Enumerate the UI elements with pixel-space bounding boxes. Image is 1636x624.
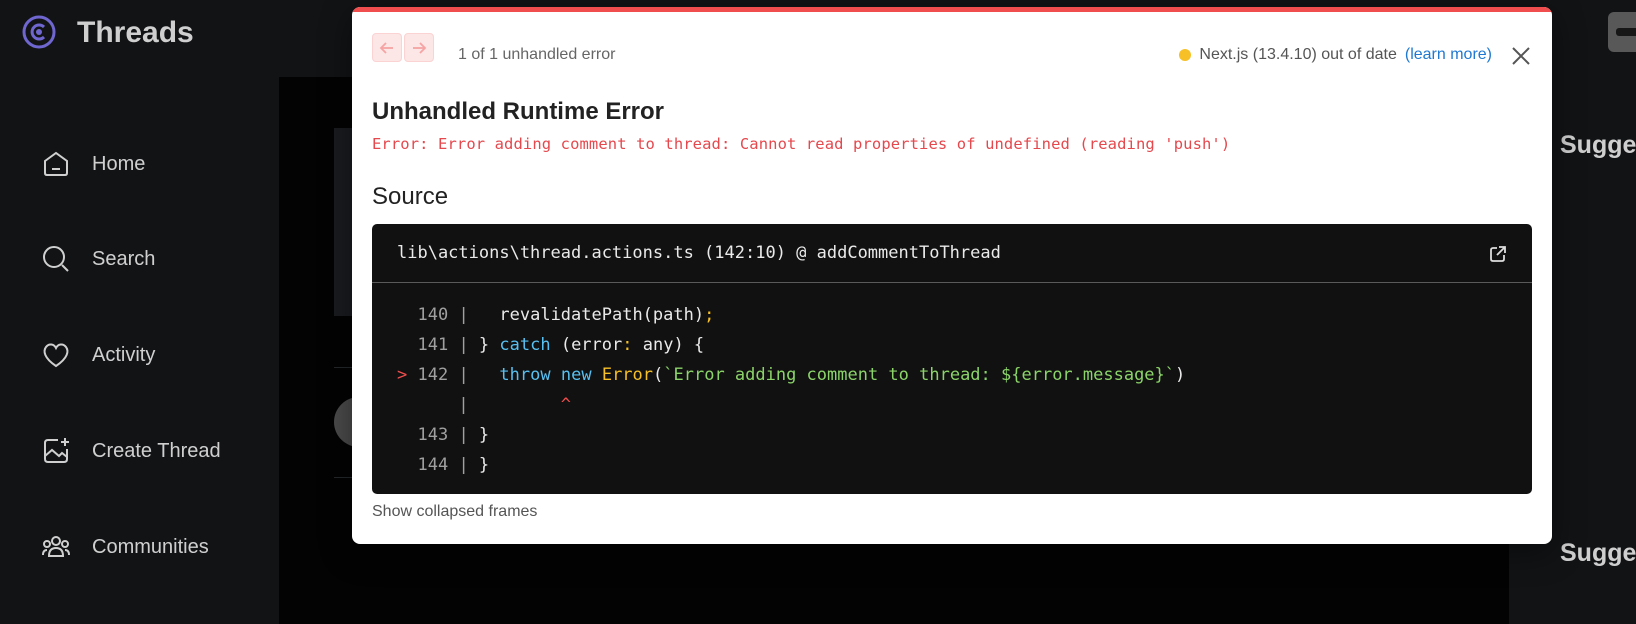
code-line: 140 | revalidatePath(path); xyxy=(417,305,715,325)
source-heading: Source xyxy=(372,183,449,210)
show-collapsed-frames-button[interactable]: Show collapsed frames xyxy=(372,503,537,521)
version-status: Next.js (13.4.10) out of date (learn mor… xyxy=(1179,46,1492,64)
error-accent-bar xyxy=(352,7,1552,12)
code-lines: 140 | revalidatePath(path); 141 | } catc… xyxy=(397,300,1185,480)
code-line: 143 | } xyxy=(417,425,490,445)
close-icon[interactable] xyxy=(1510,45,1532,67)
code-frame-header: lib\actions\thread.actions.ts (142:10) @… xyxy=(372,224,1532,283)
next-error-button[interactable] xyxy=(404,33,434,62)
external-link-icon[interactable] xyxy=(1488,244,1508,264)
warning-dot-icon xyxy=(1179,49,1192,61)
arrow-left-icon xyxy=(379,41,393,54)
error-pagination xyxy=(372,33,434,62)
code-line-caret: | ^ xyxy=(417,395,572,415)
error-dialog: 1 of 1 unhandled error Next.js (13.4.10)… xyxy=(352,7,1552,544)
learn-more-link[interactable]: (learn more) xyxy=(1405,46,1492,64)
code-line-highlighted: > 142 | throw new Error(`Error adding co… xyxy=(397,365,1186,385)
arrow-right-icon xyxy=(413,41,427,54)
file-location: lib\actions\thread.actions.ts (142:10) @… xyxy=(397,243,1001,263)
error-title: Unhandled Runtime Error xyxy=(372,98,665,125)
code-frame: lib\actions\thread.actions.ts (142:10) @… xyxy=(372,224,1532,494)
error-message: Error: Error adding comment to thread: C… xyxy=(372,135,1231,153)
previous-error-button[interactable] xyxy=(372,33,402,62)
code-line: 144 | } xyxy=(417,455,490,475)
error-count: 1 of 1 unhandled error xyxy=(458,46,616,63)
code-line: 141 | } catch (error: any) { xyxy=(417,335,705,355)
version-text: Next.js (13.4.10) out of date xyxy=(1199,46,1397,63)
